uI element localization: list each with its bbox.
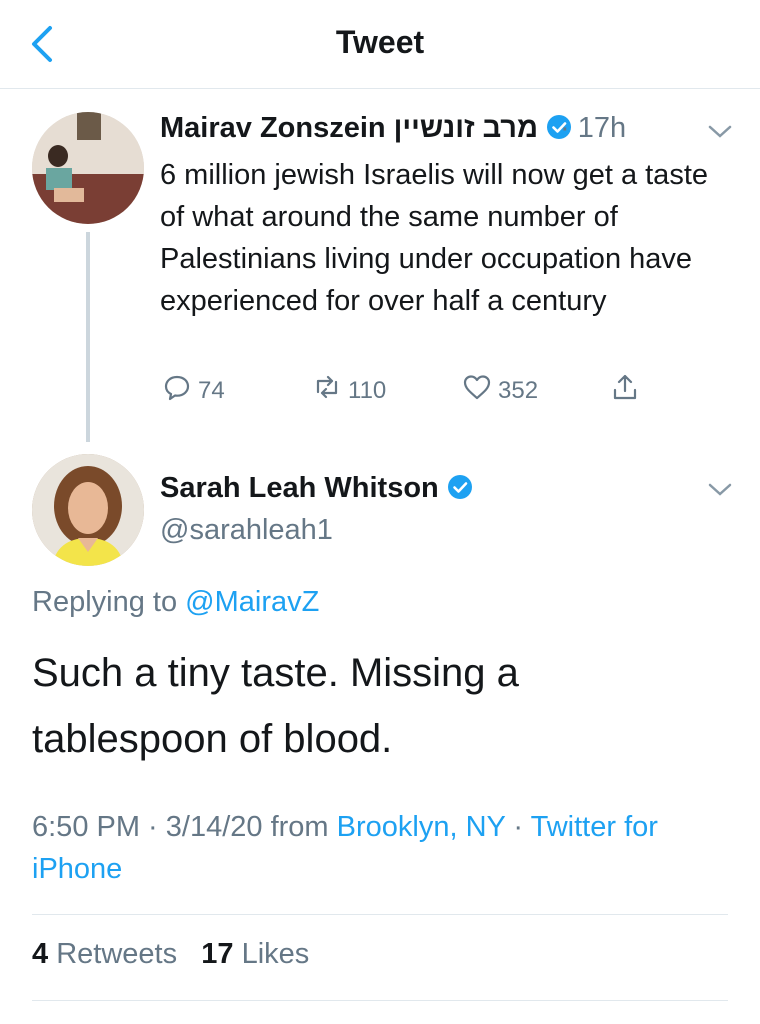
author-handle[interactable]: @sarahleah1 xyxy=(160,514,333,547)
like-count: 352 xyxy=(498,376,539,404)
tweet-text: 6 million jewish Israelis will now get a… xyxy=(160,159,708,317)
retweet-icon xyxy=(312,372,342,409)
divider xyxy=(32,1000,728,1001)
divider xyxy=(32,914,728,915)
likes-stat[interactable]: 17 Likes xyxy=(201,938,309,970)
share-button[interactable] xyxy=(610,372,640,409)
reply-icon xyxy=(162,372,192,409)
avatar[interactable] xyxy=(32,112,144,224)
author-name-text: Sarah Leah Whitson xyxy=(160,472,439,504)
reply-count: 74 xyxy=(198,376,225,404)
timestamp: 6:50 PM · 3/14/20 from xyxy=(32,811,337,843)
retweets-count: 4 xyxy=(32,938,49,970)
likes-label: Likes xyxy=(241,938,310,970)
chevron-down-icon[interactable] xyxy=(706,122,734,142)
retweet-button[interactable]: 110 xyxy=(312,372,386,409)
author-name[interactable]: Sarah Leah Whitson xyxy=(160,472,473,505)
retweet-count: 110 xyxy=(348,376,387,404)
likes-count: 17 xyxy=(201,938,234,970)
replying-prefix: Replying to xyxy=(32,586,186,618)
author-name-text: Mairav Zonszein מרב זונשיין xyxy=(160,112,539,144)
verified-badge-icon xyxy=(447,474,473,500)
author-name[interactable]: Mairav Zonszein מרב זונשיין xyxy=(160,112,572,145)
action-bar: 74 110 352 xyxy=(0,372,760,412)
tweet-text: Such a tiny taste. Missing a tablespoon … xyxy=(32,651,519,761)
like-button[interactable]: 352 xyxy=(462,372,538,409)
share-icon xyxy=(610,372,640,409)
reply-button[interactable]: 74 xyxy=(162,372,225,409)
location-link[interactable]: Brooklyn, NY xyxy=(337,811,506,843)
reply-target-link[interactable]: @MairavZ xyxy=(185,586,319,618)
replying-to: Replying to @MairavZ xyxy=(32,586,319,619)
tweet-stats: 4 Retweets 17 Likes xyxy=(32,938,309,971)
meta-separator: · xyxy=(505,811,531,843)
retweets-stat[interactable]: 4 Retweets xyxy=(32,938,177,970)
tweet-meta: 6:50 PM · 3/14/20 from Brooklyn, NY · Tw… xyxy=(32,806,722,890)
heart-icon xyxy=(462,372,492,409)
chevron-down-icon[interactable] xyxy=(706,480,734,500)
retweets-label: Retweets xyxy=(56,938,178,970)
tweet-time[interactable]: · 17h xyxy=(560,112,626,145)
page-title: Tweet xyxy=(335,24,425,60)
avatar[interactable] xyxy=(32,454,144,566)
